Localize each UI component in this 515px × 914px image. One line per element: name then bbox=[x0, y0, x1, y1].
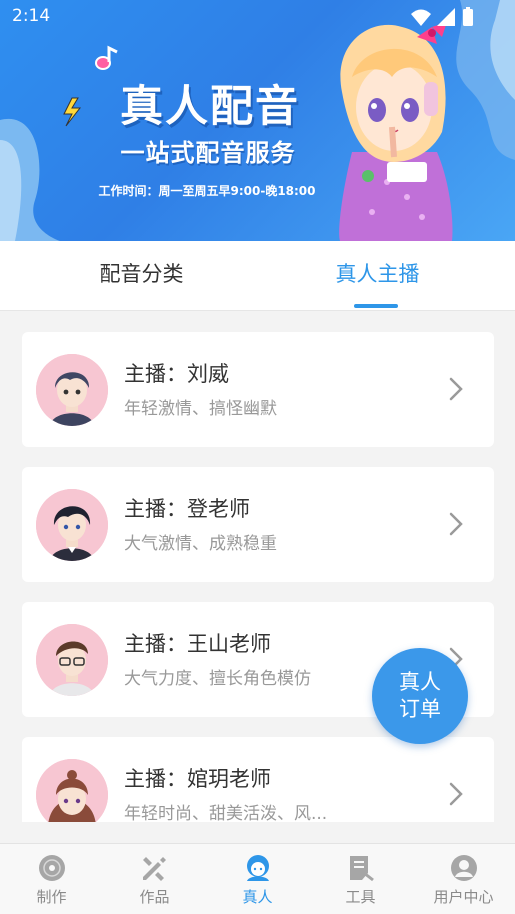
disc-icon bbox=[39, 855, 65, 881]
host-description: 大气激情、成熟稳重 bbox=[124, 534, 277, 554]
chevron-right-icon bbox=[449, 377, 463, 401]
wifi-icon bbox=[411, 9, 431, 26]
tab-real-host[interactable]: 真人主播 bbox=[249, 241, 506, 310]
host-avatar bbox=[36, 489, 108, 561]
host-card[interactable]: 主播：登老师 大气激情、成熟稳重 bbox=[22, 467, 494, 582]
nav-label: 用户中心 bbox=[433, 888, 494, 906]
nav-item-real-person[interactable]: 真人 bbox=[206, 844, 309, 914]
chevron-right-icon bbox=[449, 782, 463, 806]
chevron-right-icon bbox=[449, 512, 463, 536]
host-card[interactable]: 主播：婠玥老师 年轻时尚、甜美活泼、风... bbox=[22, 737, 494, 822]
host-name: 主播：登老师 bbox=[124, 497, 250, 521]
banner-title: 真人配音 bbox=[120, 82, 300, 132]
host-description: 年轻激情、搞怪幽默 bbox=[124, 399, 277, 419]
person-icon bbox=[247, 855, 269, 881]
nav-label: 真人 bbox=[242, 888, 273, 906]
works-icon bbox=[143, 857, 166, 881]
nav-item-works[interactable]: 作品 bbox=[103, 844, 206, 914]
battery-icon bbox=[463, 9, 473, 26]
working-hours: 工作时间：周一至周五早9:00-晚18:00 bbox=[98, 184, 316, 198]
host-avatar bbox=[36, 759, 108, 822]
category-tabs: 配音分类 真人主播 bbox=[0, 241, 515, 311]
host-description: 大气力度、擅长角色模仿 bbox=[124, 669, 311, 689]
tab-dubbing-category[interactable]: 配音分类 bbox=[13, 241, 270, 310]
host-avatar bbox=[36, 624, 108, 696]
fab-label-line1: 真人 bbox=[399, 670, 441, 694]
status-time: 2:14 bbox=[12, 6, 51, 26]
host-name: 主播：刘威 bbox=[124, 362, 229, 386]
nav-item-tools[interactable]: 工具 bbox=[309, 844, 412, 914]
fab-label-line2: 订单 bbox=[399, 697, 441, 721]
status-bar: 2:14 bbox=[0, 0, 515, 34]
nav-label: 制作 bbox=[36, 888, 67, 906]
real-order-button[interactable]: 真人 订单 bbox=[372, 648, 468, 744]
user-icon bbox=[451, 855, 477, 881]
host-list: 主播：刘威 年轻激情、搞怪幽默 主播：登老师 大气激情、成熟稳重 主播：王山老师… bbox=[0, 310, 515, 822]
status-icons bbox=[411, 7, 473, 26]
host-card[interactable]: 主播：刘威 年轻激情、搞怪幽默 bbox=[22, 332, 494, 447]
nav-item-user-center[interactable]: 用户中心 bbox=[412, 844, 515, 914]
host-name: 主播：婠玥老师 bbox=[124, 767, 271, 791]
host-name: 主播：王山老师 bbox=[124, 632, 271, 656]
tools-icon bbox=[350, 856, 374, 882]
nav-label: 工具 bbox=[345, 888, 376, 906]
host-description: 年轻时尚、甜美活泼、风... bbox=[124, 804, 328, 822]
bottom-nav: 制作 作品 真人 工具 用户中心 bbox=[0, 843, 515, 914]
nav-item-make[interactable]: 制作 bbox=[0, 844, 103, 914]
active-tab-indicator bbox=[354, 304, 398, 308]
banner-subtitle: 一站式配音服务 bbox=[120, 139, 296, 167]
nav-label: 作品 bbox=[139, 888, 170, 906]
signal-icon bbox=[437, 8, 455, 26]
host-avatar bbox=[36, 354, 108, 426]
banner: 真人配音 一站式配音服务 工作时间：周一至周五早9:00-晚18:00 bbox=[0, 0, 515, 241]
